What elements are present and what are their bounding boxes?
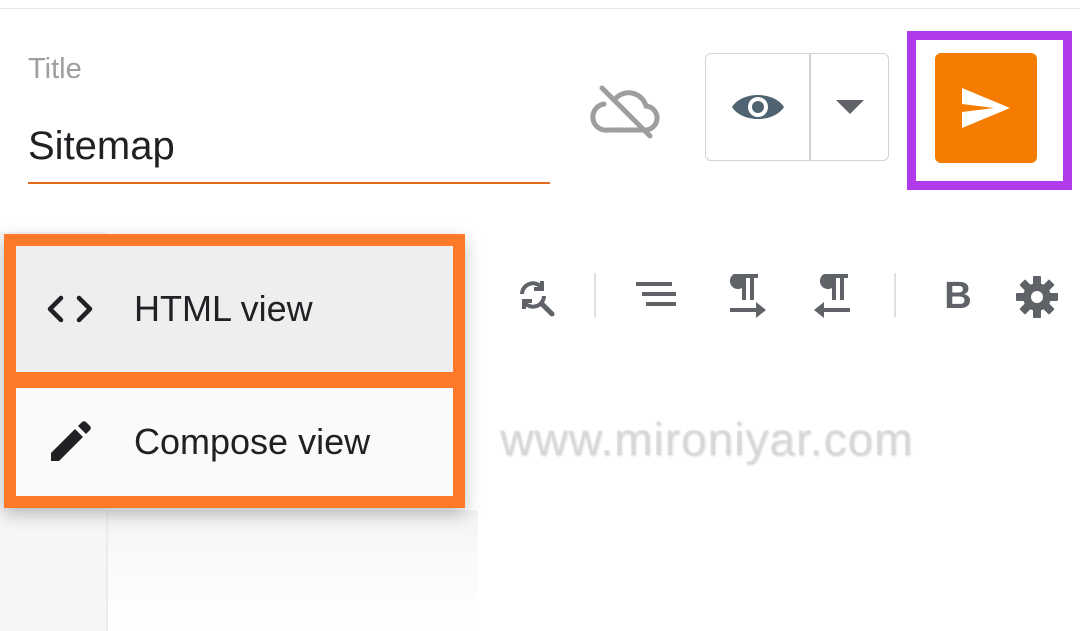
title-input[interactable] [28,120,550,184]
editor-mode-menu: HTML view Compose view [4,234,465,508]
watermark-text: www.mironiyar.com [500,413,914,465]
menu-item-label: Compose view [134,421,371,462]
rtl-icon[interactable] [812,272,854,320]
menu-item-label: HTML view [134,288,313,329]
bold-glyph: B [944,274,972,317]
publish-button[interactable] [935,53,1037,163]
eye-icon [731,95,784,119]
editor-gutter-lower [0,510,108,631]
editor-area [108,510,478,631]
top-divider [0,8,1080,9]
title-label: Title [28,53,82,85]
settings-icon[interactable] [1014,274,1060,320]
cloud-off-icon [590,80,662,140]
find-replace-icon[interactable] [512,275,558,319]
toolbar-separator [594,273,596,317]
align-icon[interactable] [636,280,678,310]
preview-dropdown-button[interactable] [811,54,888,160]
code-icon [20,294,120,324]
preview-button-group [705,53,889,161]
menu-item-html-view[interactable]: HTML view [4,234,465,384]
pencil-icon [20,421,120,463]
ltr-icon[interactable] [726,272,768,320]
bold-icon[interactable]: B [938,274,978,318]
caret-down-icon [835,100,864,114]
preview-button[interactable] [706,54,809,160]
menu-item-compose-view[interactable]: Compose view [4,376,465,508]
send-icon [962,88,1010,128]
toolbar-separator [894,273,896,317]
